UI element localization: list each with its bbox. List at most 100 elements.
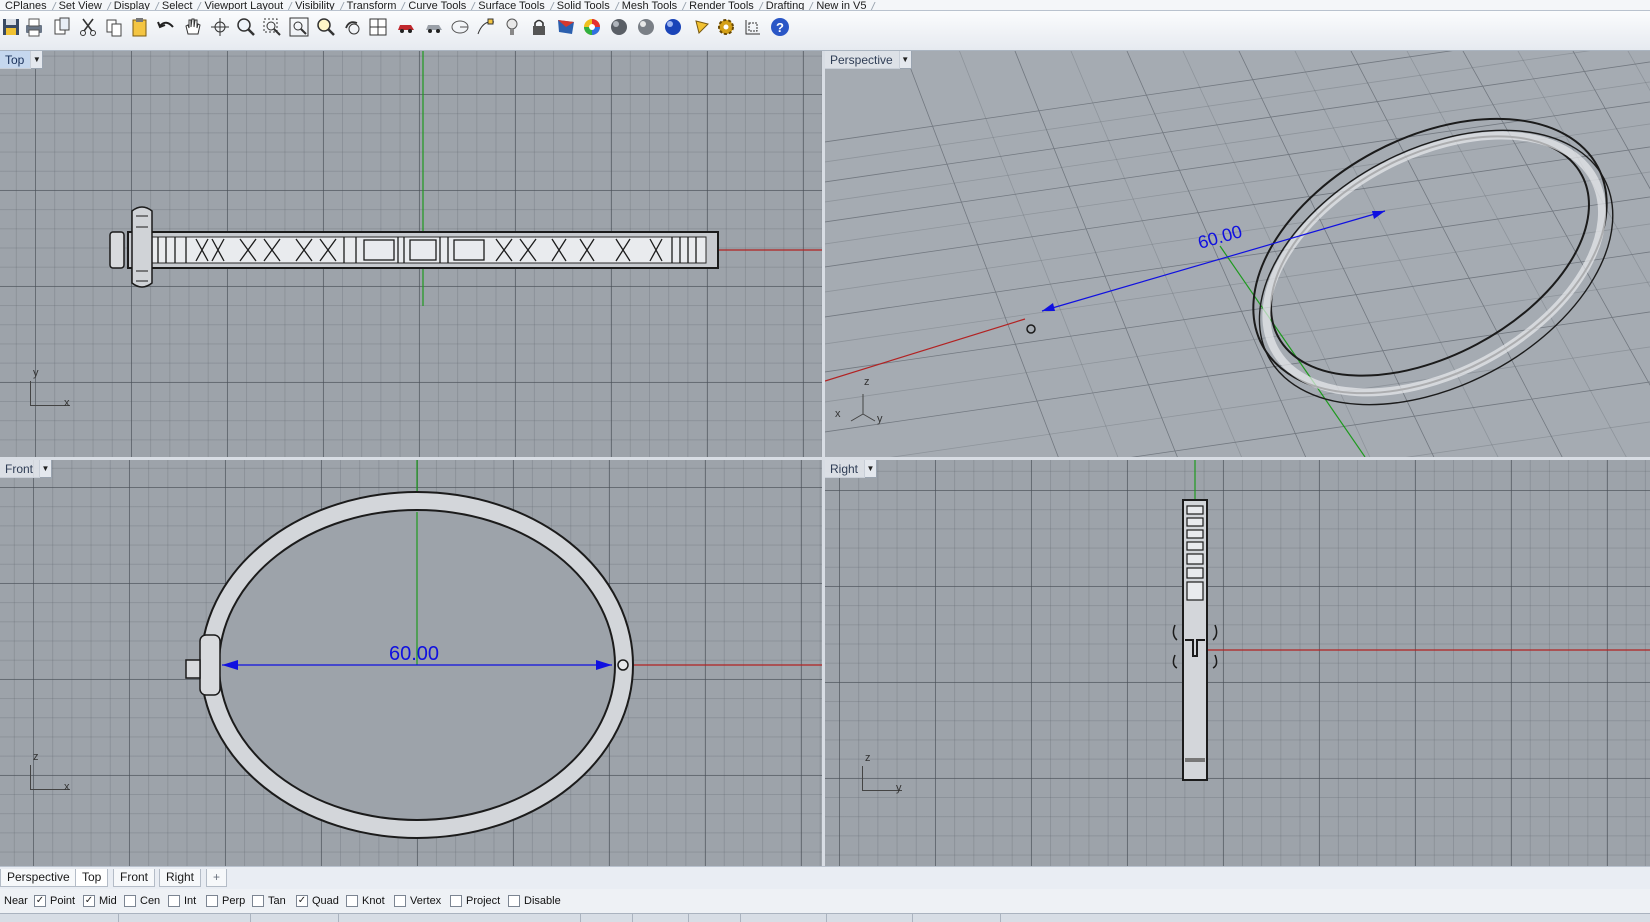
viewport-front[interactable]: Front ▼ 60.00 z x <box>0 460 822 866</box>
chevron-down-icon[interactable]: ▼ <box>865 460 878 478</box>
viewport-label-perspective[interactable]: Perspective ▼ <box>825 51 912 69</box>
top-view-geometry <box>109 51 822 306</box>
four-viewports-icon[interactable] <box>366 15 390 39</box>
osnap-int[interactable]: Int <box>168 895 196 907</box>
osnap-disable[interactable]: Disable <box>508 895 561 907</box>
osnap-vertex[interactable]: Vertex <box>394 895 441 907</box>
checkbox[interactable] <box>394 895 406 907</box>
osnap-project[interactable]: Project <box>450 895 500 907</box>
checkbox[interactable] <box>252 895 264 907</box>
light-bulb-icon[interactable] <box>500 15 524 39</box>
osnap-tan[interactable]: Tan <box>252 895 286 907</box>
right-view-geometry <box>1172 460 1650 781</box>
tab-front[interactable]: Front <box>113 869 156 887</box>
osnap-point[interactable]: ✓ Point <box>34 895 75 907</box>
status-divider <box>1000 914 1001 922</box>
status-divider <box>632 914 633 922</box>
toolbar-tab-strip: CPlanes Set View Display Select Viewport Lay… <box>0 0 1650 11</box>
zoom-extents-icon[interactable] <box>287 15 311 39</box>
rotate-view-icon[interactable] <box>208 15 232 39</box>
gear-options-icon[interactable] <box>714 15 738 39</box>
viewport-label-right[interactable]: Right ▼ <box>825 460 878 478</box>
axis-triad-perspective <box>843 389 878 422</box>
toolbar-tab[interactable]: Select <box>157 1 200 11</box>
viewport-label-top[interactable]: Top ▼ <box>0 51 44 69</box>
toolbar-tab[interactable]: Mesh Tools <box>617 1 684 11</box>
viewport-perspective[interactable]: Perspective ▼ 60.00 z x y <box>825 51 1650 457</box>
toolbar-tab[interactable]: Solid Tools <box>552 1 617 11</box>
blue-sphere-icon[interactable] <box>661 15 685 39</box>
rendered-sphere-icon[interactable] <box>634 15 658 39</box>
osnap-quad[interactable]: ✓ Quad <box>296 895 339 907</box>
undo-icon[interactable] <box>154 15 178 39</box>
toolbar-tab[interactable]: Render Tools <box>684 1 761 11</box>
osnap-perp[interactable]: Perp <box>206 895 245 907</box>
paste-icon[interactable] <box>128 15 152 39</box>
osnap-cen[interactable]: Cen <box>124 895 160 907</box>
viewport-label-front[interactable]: Front ▼ <box>0 460 53 478</box>
help-icon[interactable]: ? <box>768 15 792 39</box>
chevron-down-icon[interactable]: ▼ <box>31 51 44 69</box>
axis-label-x: x <box>64 781 70 793</box>
pan-hand-icon[interactable] <box>180 15 204 39</box>
zoom-window-icon[interactable] <box>260 15 284 39</box>
copy-to-clipboard-icon[interactable] <box>50 15 74 39</box>
chevron-down-icon[interactable]: ▼ <box>40 460 53 478</box>
pen-icon[interactable] <box>690 15 714 39</box>
copy-icon[interactable] <box>102 15 126 39</box>
zoom-dynamic-icon[interactable] <box>234 15 258 39</box>
dimension-tool-icon[interactable] <box>741 15 765 39</box>
checkbox[interactable] <box>508 895 520 907</box>
zoom-selected-icon[interactable] <box>314 15 338 39</box>
status-bar <box>0 913 1650 922</box>
dimension-label-front: 60.00 <box>389 643 439 665</box>
toolbar-tab[interactable]: Visibility <box>290 1 342 11</box>
checkbox[interactable] <box>124 895 136 907</box>
osnap-knot[interactable]: Knot <box>346 895 385 907</box>
toolbar-tab[interactable]: Drafting <box>761 1 812 11</box>
checkbox[interactable] <box>206 895 218 907</box>
tab-perspective[interactable]: Perspective <box>0 869 77 887</box>
toolbar-tab[interactable]: Curve Tools <box>403 1 473 11</box>
lock-icon[interactable] <box>527 15 551 39</box>
axis-label-z: z <box>864 376 870 388</box>
perspective-view-geometry: 60.00 <box>825 51 1650 457</box>
status-divider <box>912 914 913 922</box>
car-select-icon[interactable] <box>422 15 446 39</box>
car-options-icon[interactable] <box>394 15 418 39</box>
viewport-right[interactable]: Right ▼ z y <box>825 460 1650 866</box>
ellipse-icon[interactable] <box>448 15 472 39</box>
color-wheel-icon[interactable] <box>580 15 604 39</box>
axis-label-x: x <box>835 408 841 420</box>
checkbox[interactable] <box>450 895 462 907</box>
toolbar-tab[interactable]: CPlanes <box>0 1 54 11</box>
checkbox[interactable]: ✓ <box>83 895 95 907</box>
checkbox[interactable]: ✓ <box>34 895 46 907</box>
tab-right[interactable]: Right <box>159 869 202 887</box>
toolbar-tab[interactable]: Set View <box>54 1 109 11</box>
status-divider <box>740 914 741 922</box>
point-on-curve-icon[interactable] <box>474 15 498 39</box>
chevron-down-icon[interactable]: ▼ <box>899 51 912 69</box>
shaded-sphere-icon[interactable] <box>607 15 631 39</box>
checkbox[interactable]: ✓ <box>296 895 308 907</box>
axis-label-y: y <box>877 413 883 425</box>
render-icon[interactable] <box>554 15 578 39</box>
cut-icon[interactable] <box>76 15 100 39</box>
add-viewport-tab-button[interactable]: + <box>206 869 228 887</box>
save-icon[interactable] <box>0 15 24 39</box>
toolbar-tab[interactable]: New in V5 <box>811 1 873 11</box>
checkbox[interactable] <box>346 895 358 907</box>
print-icon[interactable] <box>22 15 46 39</box>
toolbar-tab[interactable]: Transform <box>342 1 404 11</box>
viewport-top[interactable]: Top ▼ y x <box>0 51 822 457</box>
tab-top[interactable]: Top <box>75 869 109 887</box>
osnap-mid[interactable]: ✓ Mid <box>83 895 117 907</box>
toolbar-tab[interactable]: Display <box>109 1 157 11</box>
undo-view-icon[interactable] <box>340 15 364 39</box>
status-divider <box>688 914 689 922</box>
toolbar-tab[interactable]: Viewport Layout <box>199 1 290 11</box>
checkbox[interactable] <box>168 895 180 907</box>
toolbar-tab[interactable]: Surface Tools <box>473 1 551 11</box>
osnap-near[interactable]: Near <box>4 895 28 907</box>
